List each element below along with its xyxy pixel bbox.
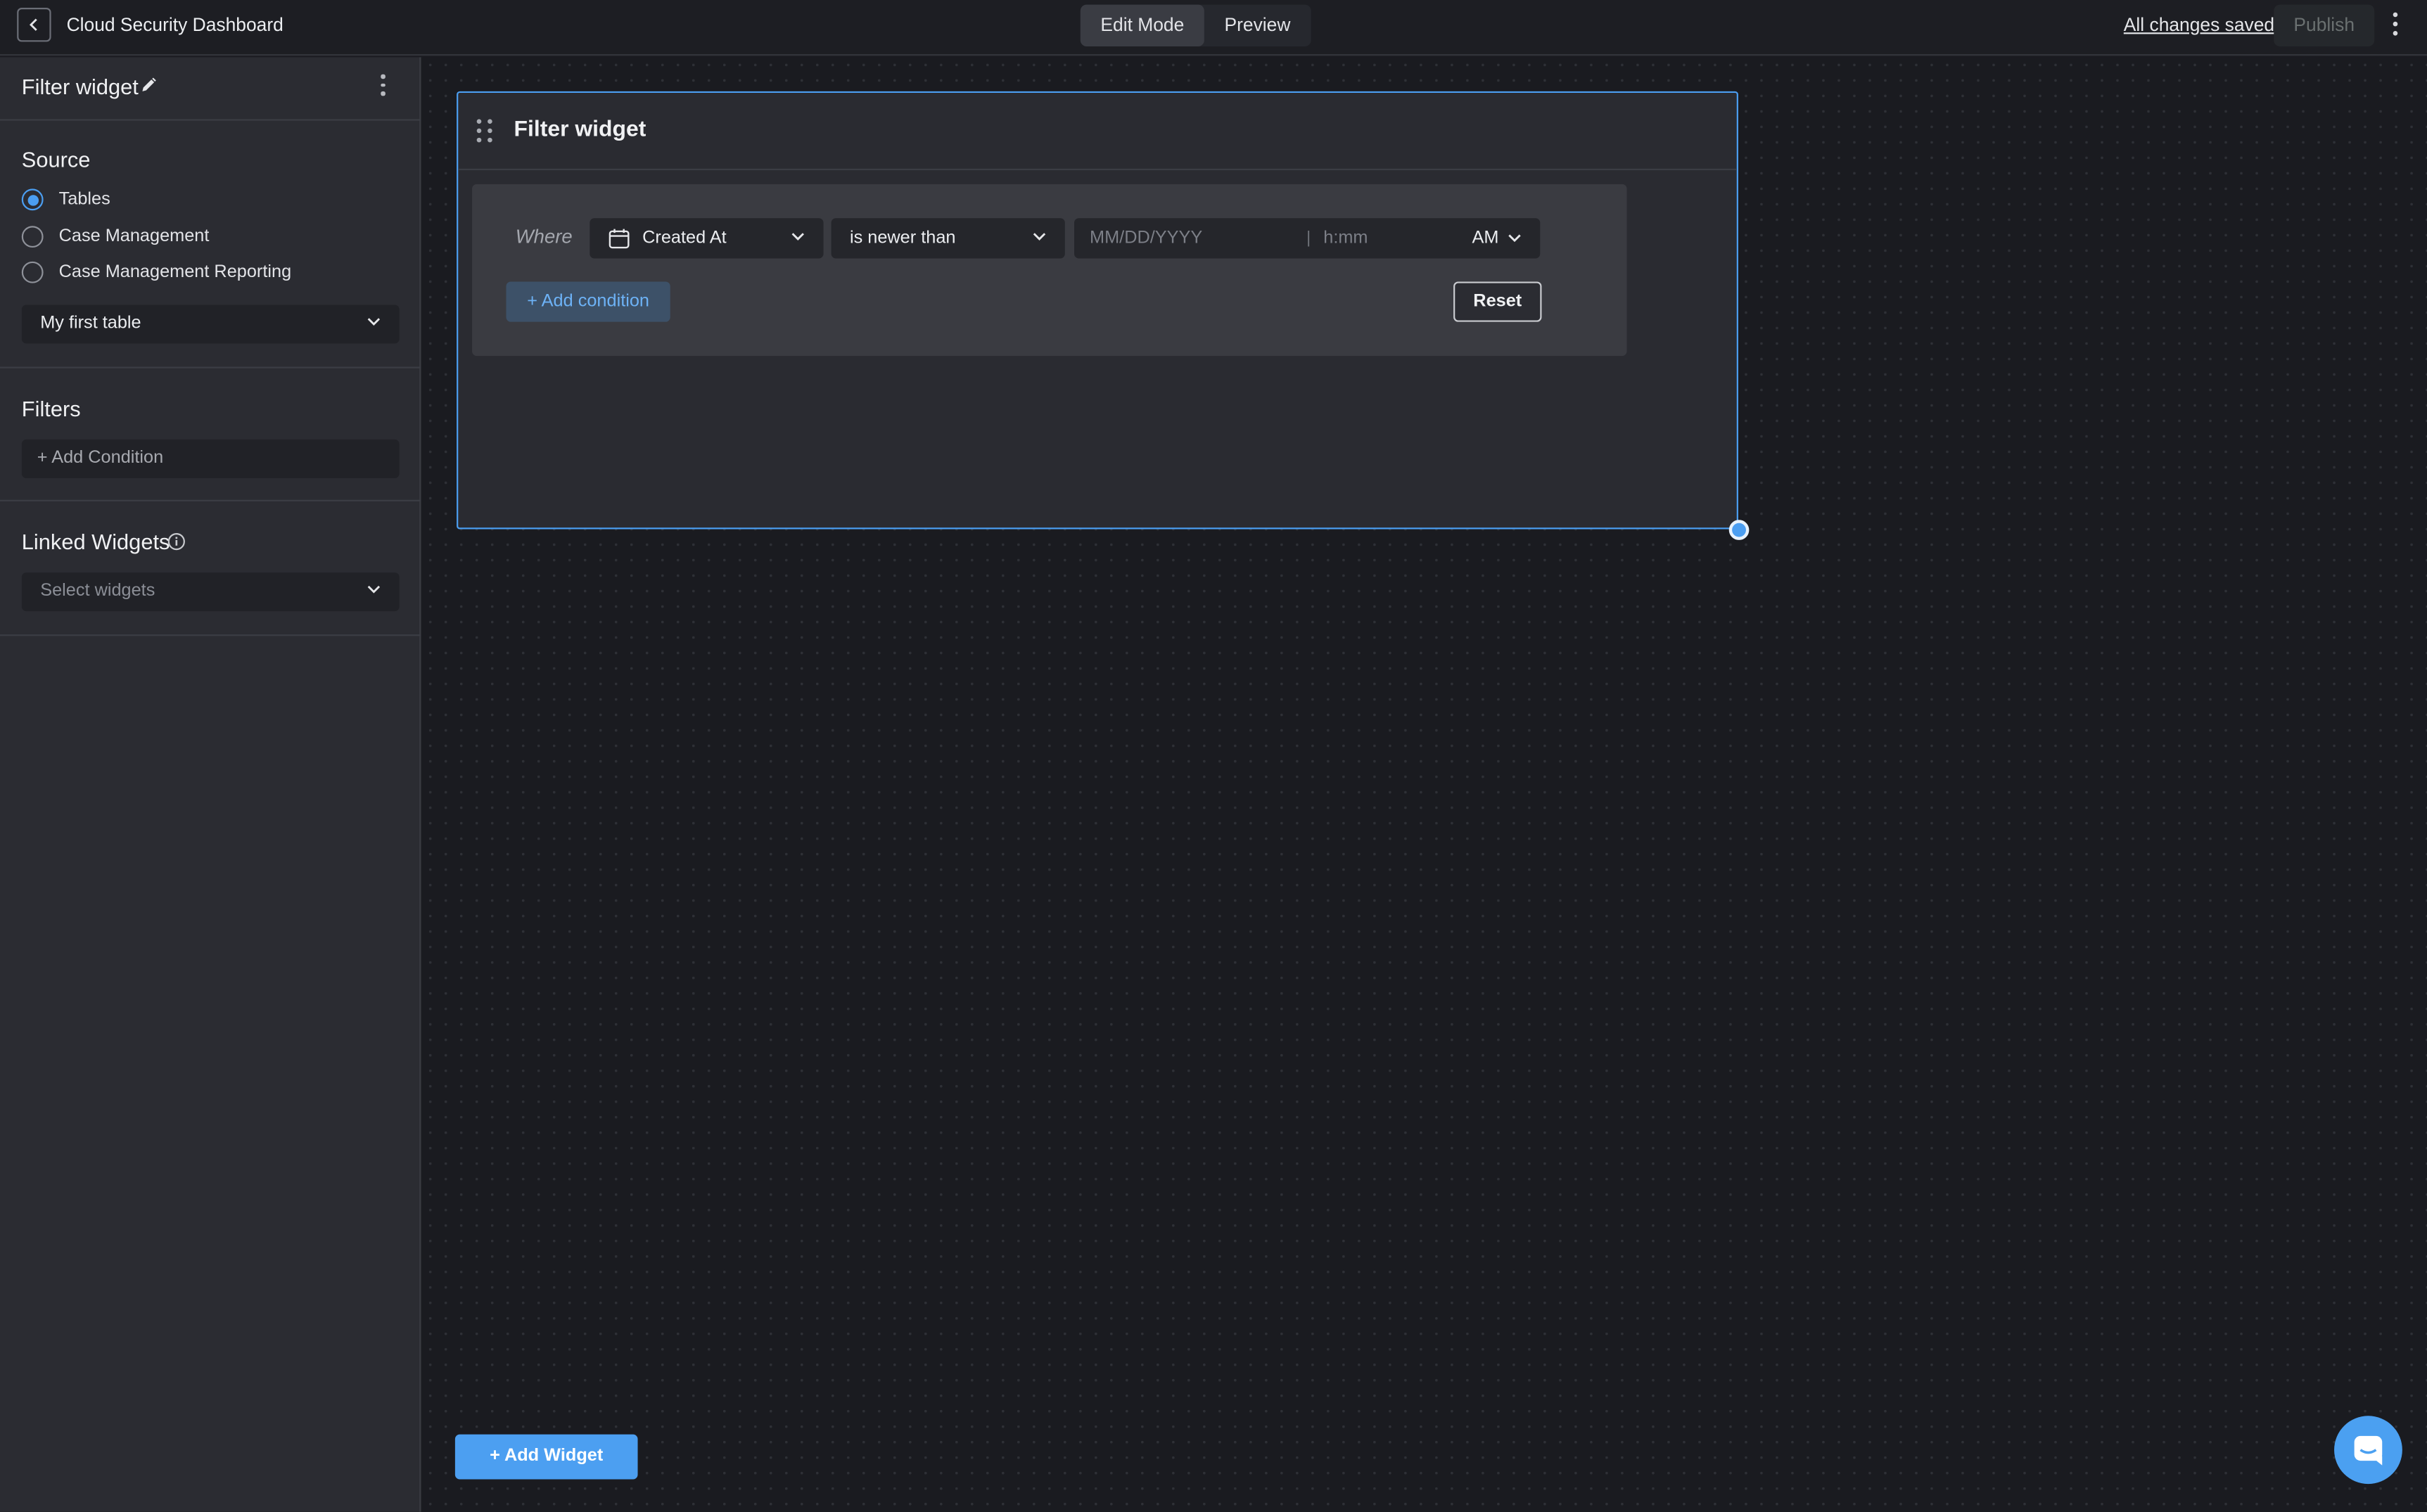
resize-handle[interactable] xyxy=(1728,520,1750,540)
calendar-icon xyxy=(609,229,630,249)
table-select-value: My first table xyxy=(40,314,141,333)
linked-widgets-select[interactable]: Select widgets xyxy=(21,572,400,612)
saved-status-link[interactable]: All changes saved xyxy=(2124,14,2274,36)
source-heading: Source xyxy=(21,147,91,172)
pencil-icon[interactable] xyxy=(141,77,156,93)
filter-condition-panel: Where Created At is newer than MM/DD/YYY… xyxy=(472,184,1627,357)
widget-settings-sidebar: Filter widget Source Tables Case Managem… xyxy=(0,57,421,1512)
ampm-select[interactable]: AM xyxy=(1472,229,1498,248)
widget-name[interactable]: Filter widget xyxy=(22,75,139,99)
date-input[interactable]: MM/DD/YYYY xyxy=(1090,229,1202,248)
drag-handle-icon[interactable] xyxy=(476,119,492,143)
where-label: Where xyxy=(515,226,573,248)
dashboard-title: Cloud Security Dashboard xyxy=(66,13,284,36)
sidebar-header: Filter widget xyxy=(0,57,421,121)
radio-label: Case Management Reporting xyxy=(58,263,292,282)
more-options-icon[interactable] xyxy=(2388,12,2401,37)
datetime-input[interactable]: MM/DD/YYYY | h:mm AM xyxy=(1074,218,1541,259)
linked-widgets-heading: Linked Widgets xyxy=(21,529,170,554)
field-select[interactable]: Created At xyxy=(590,218,824,259)
datetime-separator: | xyxy=(1306,229,1311,248)
add-condition-field[interactable]: + Add Condition xyxy=(21,439,400,478)
section-divider xyxy=(0,634,421,636)
radio-label: Case Management xyxy=(58,227,210,246)
publish-button[interactable]: Publish xyxy=(2274,4,2375,47)
mode-switch: Edit Mode Preview xyxy=(1080,4,1311,47)
section-divider xyxy=(0,499,421,501)
top-bar: Cloud Security Dashboard Edit Mode Previ… xyxy=(0,0,2427,56)
radio-option-case-management[interactable]: Case Management xyxy=(21,226,210,248)
tab-edit-mode[interactable]: Edit Mode xyxy=(1080,4,1204,47)
add-condition-button[interactable]: + Add condition xyxy=(506,281,670,322)
widget-title: Filter widget xyxy=(514,117,646,143)
tab-preview[interactable]: Preview xyxy=(1204,5,1311,46)
sidebar-more-icon[interactable] xyxy=(381,74,385,96)
radio-button[interactable] xyxy=(21,188,44,211)
radio-option-case-management-reporting[interactable]: Case Management Reporting xyxy=(21,261,292,283)
operator-select[interactable]: is newer than xyxy=(831,218,1065,259)
operator-select-value: is newer than xyxy=(849,229,956,248)
chevron-down-icon xyxy=(367,585,381,594)
filters-heading: Filters xyxy=(21,396,81,421)
chevron-down-icon xyxy=(1033,233,1046,241)
chevron-left-icon xyxy=(29,18,37,31)
info-icon[interactable] xyxy=(167,532,186,551)
chevron-down-icon xyxy=(791,233,804,241)
filter-widget[interactable]: Filter widget Where Created At is newer … xyxy=(457,91,1738,530)
back-button[interactable] xyxy=(17,8,51,42)
chat-icon xyxy=(2354,1435,2383,1466)
reset-button[interactable]: Reset xyxy=(1453,281,1542,322)
field-select-value: Created At xyxy=(642,229,727,248)
radio-button[interactable] xyxy=(21,261,44,283)
radio-button[interactable] xyxy=(21,226,44,248)
table-select[interactable]: My first table xyxy=(21,305,400,344)
time-input[interactable]: h:mm xyxy=(1323,229,1368,248)
linked-widgets-placeholder: Select widgets xyxy=(40,582,155,601)
radio-label: Tables xyxy=(58,190,110,210)
chevron-down-icon xyxy=(1508,234,1521,243)
chevron-down-icon xyxy=(367,318,381,326)
radio-option-tables[interactable]: Tables xyxy=(21,188,110,211)
widget-header: Filter widget xyxy=(458,93,1737,171)
add-widget-button[interactable]: + Add Widget xyxy=(454,1434,638,1480)
section-divider xyxy=(0,366,421,369)
dashboard-canvas[interactable]: Filter widget Where Created At is newer … xyxy=(422,57,2427,1512)
chat-button[interactable] xyxy=(2334,1416,2402,1485)
